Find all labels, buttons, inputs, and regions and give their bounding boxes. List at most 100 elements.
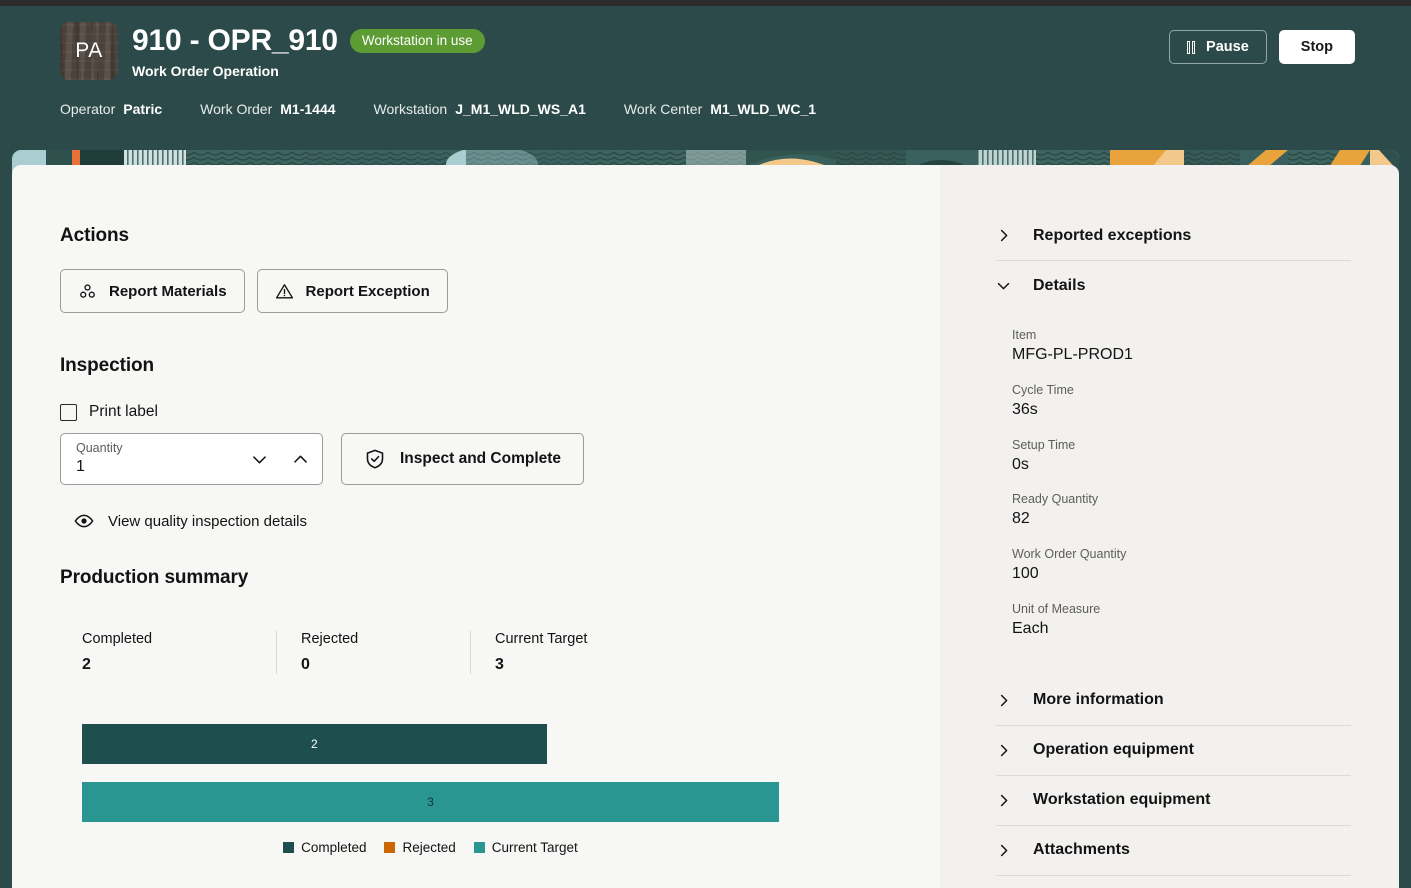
chevron-right-icon	[996, 843, 1011, 858]
detail-unit-of-measure-value: Each	[1012, 619, 1049, 637]
pause-button-label: Pause	[1206, 39, 1249, 55]
avatar-initials: PA	[75, 39, 103, 62]
meta-workstation: Workstation J_M1_WLD_WS_A1	[374, 101, 586, 117]
view-quality-inspection-details-link[interactable]: View quality inspection details	[60, 511, 940, 531]
stat-completed-label: Completed	[82, 631, 153, 647]
warning-triangle-icon	[275, 282, 294, 301]
page-title: 910 - OPR_910	[132, 24, 338, 57]
print-label-text: Print label	[89, 403, 158, 420]
bar-completed: 2	[82, 724, 547, 764]
stop-button-label: Stop	[1300, 39, 1333, 55]
header-actions: Pause Stop	[1168, 30, 1355, 64]
detail-ready-quantity-value: 82	[1012, 510, 1030, 528]
content-card: Actions Report Materials Report Exceptio…	[12, 165, 1399, 888]
chevron-right-icon	[996, 228, 1011, 243]
accordion-more-information[interactable]: More information	[996, 676, 1351, 725]
accordion-workstation-equipment-label: Workstation equipment	[1033, 791, 1211, 809]
inspect-and-complete-button[interactable]: Inspect and Complete	[341, 433, 585, 485]
detail-cycle-time-label: Cycle Time	[1012, 382, 1074, 397]
production-summary-section: Production summary Completed 2 Rejected …	[60, 567, 940, 855]
accordion-reported-exceptions[interactable]: Reported exceptions	[996, 211, 1351, 260]
accordion-details[interactable]: Details	[996, 261, 1351, 310]
detail-ready-quantity-label: Ready Quantity	[1012, 492, 1099, 507]
report-exception-button[interactable]: Report Exception	[256, 269, 448, 313]
view-quality-inspection-details-label: View quality inspection details	[108, 512, 308, 530]
detail-unit-of-measure-label: Unit of Measure	[1012, 601, 1101, 616]
header-identity: PA 910 - OPR_910 Workstation in use Work…	[60, 22, 485, 80]
eye-icon	[74, 511, 94, 531]
legend-label-rejected: Rejected	[402, 840, 456, 855]
print-label-row[interactable]: Print label	[60, 403, 940, 421]
shield-check-icon	[364, 448, 386, 470]
main-panel: Actions Report Materials Report Exceptio…	[12, 165, 940, 888]
quantity-field-label: Quantity	[76, 441, 123, 456]
accordion-attachments[interactable]: Attachments	[996, 826, 1351, 875]
meta-operator: Operator Patric	[60, 101, 162, 117]
bar-current-target: 3	[82, 782, 779, 822]
legend-item-current-target: Current Target	[473, 840, 578, 855]
detail-work-order-quantity: Work Order Quantity 100	[1012, 547, 1351, 585]
actions-row: Report Materials Report Exception	[60, 269, 940, 313]
chevron-right-icon	[996, 693, 1011, 708]
meta-work-center-value: M1_WLD_WC_1	[710, 101, 817, 117]
print-label-checkbox[interactable]	[60, 403, 77, 421]
meta-workstation-value: J_M1_WLD_WS_A1	[455, 101, 586, 117]
header-meta-row: Operator Patric Work Order M1-1444 Works…	[60, 101, 854, 117]
legend-swatch-completed	[283, 842, 295, 853]
report-materials-button[interactable]: Report Materials	[60, 269, 245, 313]
avatar: PA	[60, 22, 118, 80]
detail-item: Item MFG-PL-PROD1	[1012, 328, 1351, 366]
accordion-workstation-attachments[interactable]: Workstation attachments	[996, 876, 1351, 888]
meta-work-order: Work Order M1-1444	[200, 101, 335, 117]
bar-current-target-label: 3	[427, 795, 434, 809]
quantity-input[interactable]: 1	[76, 457, 123, 477]
accordion-reported-exceptions-label: Reported exceptions	[1033, 226, 1192, 244]
detail-setup-time-value: 0s	[1012, 455, 1029, 473]
inspection-heading: Inspection	[60, 355, 155, 376]
report-materials-label: Report Materials	[109, 282, 227, 300]
inspection-section: Inspection Print label Quantity 1 Inspec…	[60, 355, 940, 531]
details-content: Item MFG-PL-PROD1 Cycle Time 36s Setup T…	[996, 310, 1351, 652]
accordion-more-information-label: More information	[1033, 691, 1164, 709]
legend-item-completed: Completed	[283, 840, 366, 855]
stat-current-target-label: Current Target	[495, 631, 588, 647]
accordion-details-label: Details	[1033, 276, 1086, 294]
detail-setup-time: Setup Time 0s	[1012, 438, 1351, 476]
quantity-stepper[interactable]: Quantity 1	[60, 433, 323, 485]
stat-completed: Completed 2	[82, 631, 276, 674]
status-badge: Workstation in use	[349, 29, 485, 53]
meta-work-center-label: Work Center	[623, 101, 703, 117]
chart-legend: Completed Rejected Current Target	[82, 840, 779, 855]
detail-cycle-time-value: 36s	[1012, 400, 1038, 418]
stat-rejected-label: Rejected	[301, 631, 359, 647]
stat-rejected: Rejected 0	[276, 631, 470, 674]
chevron-down-icon[interactable]	[250, 450, 269, 469]
chevron-right-icon	[996, 793, 1011, 808]
header-title-block: 910 - OPR_910 Workstation in use Work Or…	[132, 22, 485, 79]
meta-work-order-value: M1-1444	[280, 101, 336, 117]
accordion-workstation-equipment[interactable]: Workstation equipment	[996, 776, 1351, 825]
detail-item-label: Item	[1012, 328, 1037, 342]
legend-swatch-rejected	[384, 842, 396, 853]
materials-icon	[78, 282, 97, 301]
legend-swatch-current-target	[473, 842, 485, 853]
stop-button[interactable]: Stop	[1278, 30, 1355, 64]
stat-completed-value: 2	[82, 656, 91, 673]
pause-button[interactable]: Pause	[1168, 30, 1267, 64]
detail-setup-time-label: Setup Time	[1012, 437, 1076, 452]
legend-label-current-target: Current Target	[491, 840, 578, 855]
detail-work-order-quantity-label: Work Order Quantity	[1012, 547, 1127, 562]
chevron-up-icon[interactable]	[291, 450, 310, 469]
app-header: PA 910 - OPR_910 Workstation in use Work…	[0, 6, 1411, 150]
meta-workstation-label: Workstation	[373, 101, 448, 117]
accordion-operation-equipment[interactable]: Operation equipment	[996, 726, 1351, 775]
legend-item-rejected: Rejected	[384, 840, 456, 855]
bar-completed-label: 2	[310, 737, 318, 751]
meta-operator-label: Operator	[60, 101, 116, 117]
meta-operator-value: Patric	[123, 101, 163, 117]
legend-label-completed: Completed	[301, 840, 367, 855]
chevron-right-icon	[996, 743, 1011, 758]
meta-work-order-label: Work Order	[200, 101, 273, 117]
production-bar-chart: 2 3 Completed Rejected Current Target	[60, 724, 940, 855]
